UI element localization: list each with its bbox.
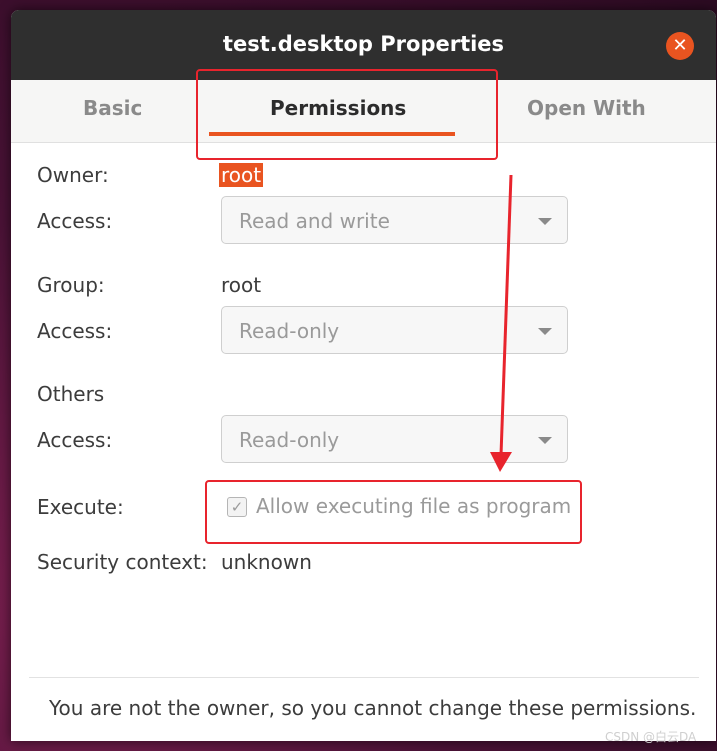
annotation-arrow-line [499,174,513,456]
annotation-arrow-head [490,452,512,472]
watermark: CSDN @白云DA [605,730,697,744]
annotation-arrow [490,174,513,472]
